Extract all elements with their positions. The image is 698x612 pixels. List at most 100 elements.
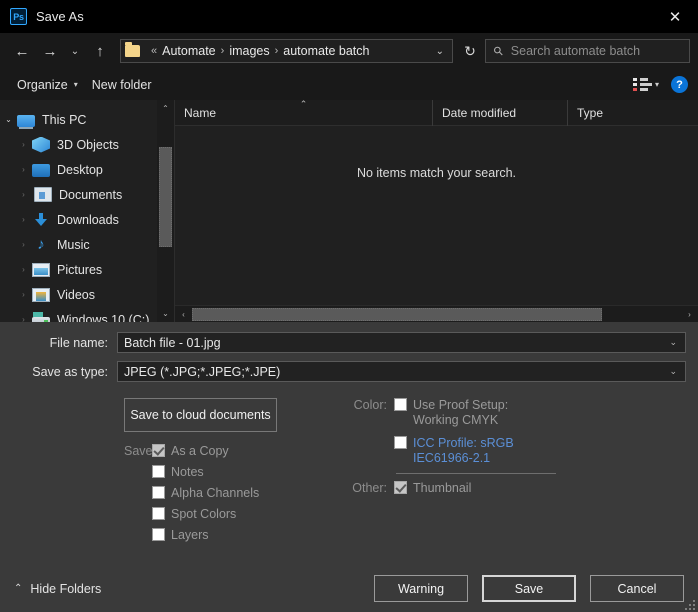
new-folder-button[interactable]: New folder	[85, 75, 159, 95]
scrollbar-thumb[interactable]	[159, 147, 172, 247]
checkbox-as-a-copy[interactable]	[152, 444, 165, 457]
sort-ascending-icon: ⌃	[300, 100, 308, 109]
section-divider	[396, 473, 556, 474]
view-chevron-down-icon[interactable]: ▾	[655, 80, 659, 89]
column-header-name[interactable]: ⌃ Name	[175, 100, 433, 126]
checkbox-layers[interactable]	[152, 528, 165, 541]
checkbox-label-line1: ICC Profile: sRGB	[413, 436, 514, 451]
chevron-right-icon[interactable]: ›	[15, 290, 32, 299]
breadcrumb-overflow[interactable]: «	[146, 45, 162, 57]
address-bar: ← → ⌄ ↑ « Automate › images › automate b…	[0, 33, 698, 69]
sidebar-item-label: Pictures	[57, 263, 102, 277]
save-as-type-select[interactable]: JPEG (*.JPG;*.JPEG;*.JPE) ⌄	[117, 361, 686, 382]
chevron-right-icon[interactable]: ›	[15, 215, 32, 224]
breadcrumb[interactable]: « Automate › images › automate batch ⌄	[120, 39, 453, 63]
checkbox-row-layers[interactable]: Layers	[124, 524, 350, 545]
column-headers: ⌃ Name Date modified Type	[175, 100, 698, 126]
scroll-right-icon[interactable]: ›	[681, 306, 698, 323]
save-as-dialog: Ps Save As ✕ ← → ⌄ ↑ « Automate › images…	[0, 0, 698, 612]
refresh-icon[interactable]: ↻	[459, 43, 481, 60]
file-list-horizontal-scrollbar[interactable]: ‹ ›	[175, 305, 698, 322]
checkbox-label-line2: Working CMYK	[413, 413, 508, 428]
cube-icon	[32, 137, 50, 153]
breadcrumb-dropdown-icon[interactable]: ⌄	[428, 46, 452, 57]
sidebar-item-desktop[interactable]: › Desktop	[0, 157, 174, 182]
chevron-right-icon[interactable]: ›	[15, 315, 32, 322]
checkbox-row-as-a-copy[interactable]: Save: As a Copy	[124, 440, 350, 461]
hscrollbar-track[interactable]	[192, 306, 681, 323]
scroll-up-icon[interactable]: ⌃	[157, 100, 174, 117]
checkbox-row-spot-colors[interactable]: Spot Colors	[124, 503, 350, 524]
forward-icon[interactable]: →	[36, 38, 64, 64]
folder-tree: ⌄ This PC › 3D Objects › Desktop ›	[0, 100, 174, 322]
hscrollbar-thumb[interactable]	[192, 308, 602, 321]
chevron-down-icon: ▾	[74, 80, 78, 89]
checkbox-row-notes[interactable]: Notes	[124, 461, 350, 482]
breadcrumb-item-0[interactable]: Automate	[162, 44, 216, 58]
sidebar-scrollbar[interactable]: ⌃ ⌄	[157, 100, 174, 322]
breadcrumb-separator: ›	[216, 45, 230, 57]
hide-folders-label: Hide Folders	[30, 582, 101, 596]
column-header-date-modified[interactable]: Date modified	[433, 100, 568, 126]
organize-label: Organize	[17, 78, 68, 92]
chevron-down-icon[interactable]: ⌄	[0, 115, 17, 124]
scroll-left-icon[interactable]: ‹	[175, 306, 192, 323]
photoshop-options: Save to cloud documents Save: As a Copy …	[0, 390, 698, 565]
save-to-cloud-documents-button[interactable]: Save to cloud documents	[124, 398, 277, 432]
back-icon[interactable]: ←	[8, 38, 36, 64]
warning-button[interactable]: Warning	[374, 575, 468, 602]
chevron-down-icon[interactable]: ⌄	[669, 337, 685, 348]
search-placeholder: Search automate batch	[511, 44, 640, 58]
sidebar-item-videos[interactable]: › Videos	[0, 282, 174, 307]
chevron-right-icon[interactable]: ›	[15, 240, 32, 249]
sidebar-item-pictures[interactable]: › Pictures	[0, 257, 174, 282]
chevron-right-icon[interactable]: ›	[15, 140, 32, 149]
checkbox-icc-profile[interactable]	[394, 436, 407, 449]
checkbox-row-icc-profile[interactable]: ICC Profile: sRGB IEC61966-2.1	[350, 436, 698, 466]
documents-icon	[34, 187, 52, 202]
sidebar-item-label: Windows 10 (C:)	[57, 313, 149, 323]
sidebar-item-windows-c[interactable]: › Windows 10 (C:)	[0, 307, 174, 322]
cancel-button[interactable]: Cancel	[590, 575, 684, 602]
column-header-type[interactable]: Type	[568, 100, 698, 126]
file-name-field[interactable]: Batch file - 01.jpg ⌄	[117, 332, 686, 353]
chevron-right-icon[interactable]: ›	[15, 190, 32, 199]
help-icon[interactable]: ?	[671, 76, 688, 93]
sidebar-item-this-pc[interactable]: ⌄ This PC	[0, 107, 174, 132]
search-input[interactable]: ⚲ Search automate batch	[485, 39, 690, 63]
sidebar-item-downloads[interactable]: › Downloads	[0, 207, 174, 232]
sidebar-item-3d-objects[interactable]: › 3D Objects	[0, 132, 174, 157]
details-view-icon[interactable]	[633, 77, 653, 93]
navigation-sidebar: ⌄ This PC › 3D Objects › Desktop ›	[0, 100, 175, 322]
desktop-icon	[32, 164, 50, 177]
sidebar-item-music[interactable]: › ♪ Music	[0, 232, 174, 257]
checkbox-use-proof-setup[interactable]	[394, 398, 407, 411]
chevron-right-icon[interactable]: ›	[15, 165, 32, 174]
videos-icon	[32, 288, 50, 302]
checkbox-spot-colors[interactable]	[152, 507, 165, 520]
close-icon[interactable]: ✕	[652, 0, 698, 33]
organize-button[interactable]: Organize ▾	[10, 75, 85, 95]
chevron-right-icon[interactable]: ›	[15, 265, 32, 274]
file-list[interactable]: No items match your search.	[175, 126, 698, 305]
column-label: Date modified	[442, 106, 516, 120]
checkbox-notes[interactable]	[152, 465, 165, 478]
scroll-down-icon[interactable]: ⌄	[157, 305, 174, 322]
checkbox-row-alpha-channels[interactable]: Alpha Channels	[124, 482, 350, 503]
chevron-down-icon[interactable]: ⌄	[669, 366, 685, 377]
save-as-type-row: Save as type: JPEG (*.JPG;*.JPEG;*.JPE) …	[0, 361, 698, 382]
sidebar-item-documents[interactable]: › Documents	[0, 182, 174, 207]
save-button[interactable]: Save	[482, 575, 576, 602]
scrollbar-track[interactable]	[157, 117, 174, 305]
hide-folders-button[interactable]: ⌃ Hide Folders	[14, 582, 101, 596]
breadcrumb-item-2[interactable]: automate batch	[283, 44, 369, 58]
breadcrumb-item-1[interactable]: images	[229, 44, 269, 58]
resize-grip[interactable]	[685, 600, 695, 610]
checkbox-thumbnail[interactable]	[394, 481, 407, 494]
up-one-level-icon[interactable]: ↑	[86, 38, 114, 64]
checkbox-row-use-proof-setup[interactable]: Color: Use Proof Setup: Working CMYK	[350, 398, 698, 428]
checkbox-row-thumbnail[interactable]: Other: Thumbnail	[350, 481, 698, 496]
photoshop-icon: Ps	[10, 8, 27, 25]
checkbox-alpha-channels[interactable]	[152, 486, 165, 499]
recent-locations-icon[interactable]: ⌄	[64, 38, 86, 64]
